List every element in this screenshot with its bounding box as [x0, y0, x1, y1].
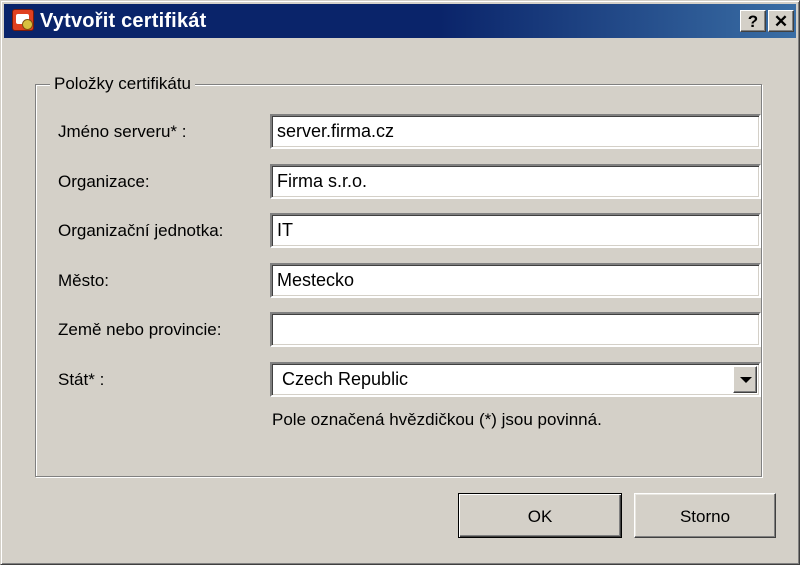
org-unit-label: Organizační jednotka: — [58, 221, 224, 240]
country-select-value: Czech Republic — [282, 369, 409, 389]
city-label: Město: — [58, 271, 110, 290]
server-name-field[interactable]: server.firma.cz — [270, 114, 761, 149]
org-unit-field[interactable]: IT — [270, 213, 761, 248]
required-fields-note: Pole označená hvězdičkou (*) jsou povinn… — [272, 410, 602, 429]
ok-button[interactable]: OK — [458, 493, 622, 538]
help-button[interactable]: ? — [740, 10, 766, 32]
server-name-label: Jméno serveru* : — [58, 122, 187, 141]
window-title: Vytvořit certifikát — [40, 10, 207, 32]
certificate-icon — [12, 9, 34, 31]
organization-label: Organizace: — [58, 172, 150, 191]
region-label: Země nebo provincie: — [58, 320, 222, 339]
organization-field[interactable]: Firma s.r.o. — [270, 164, 761, 199]
title-bar: Vytvořit certifikát ? ✕ — [4, 4, 796, 38]
region-field[interactable] — [270, 312, 761, 347]
country-select[interactable]: Czech Republic — [270, 362, 761, 397]
country-label: Stát* : — [58, 370, 105, 389]
chevron-down-icon[interactable] — [733, 366, 757, 393]
cancel-button[interactable]: Storno — [634, 493, 776, 538]
group-legend: Položky certifikátu — [50, 74, 195, 94]
close-button[interactable]: ✕ — [768, 10, 794, 32]
city-field[interactable]: Mestecko — [270, 263, 761, 298]
